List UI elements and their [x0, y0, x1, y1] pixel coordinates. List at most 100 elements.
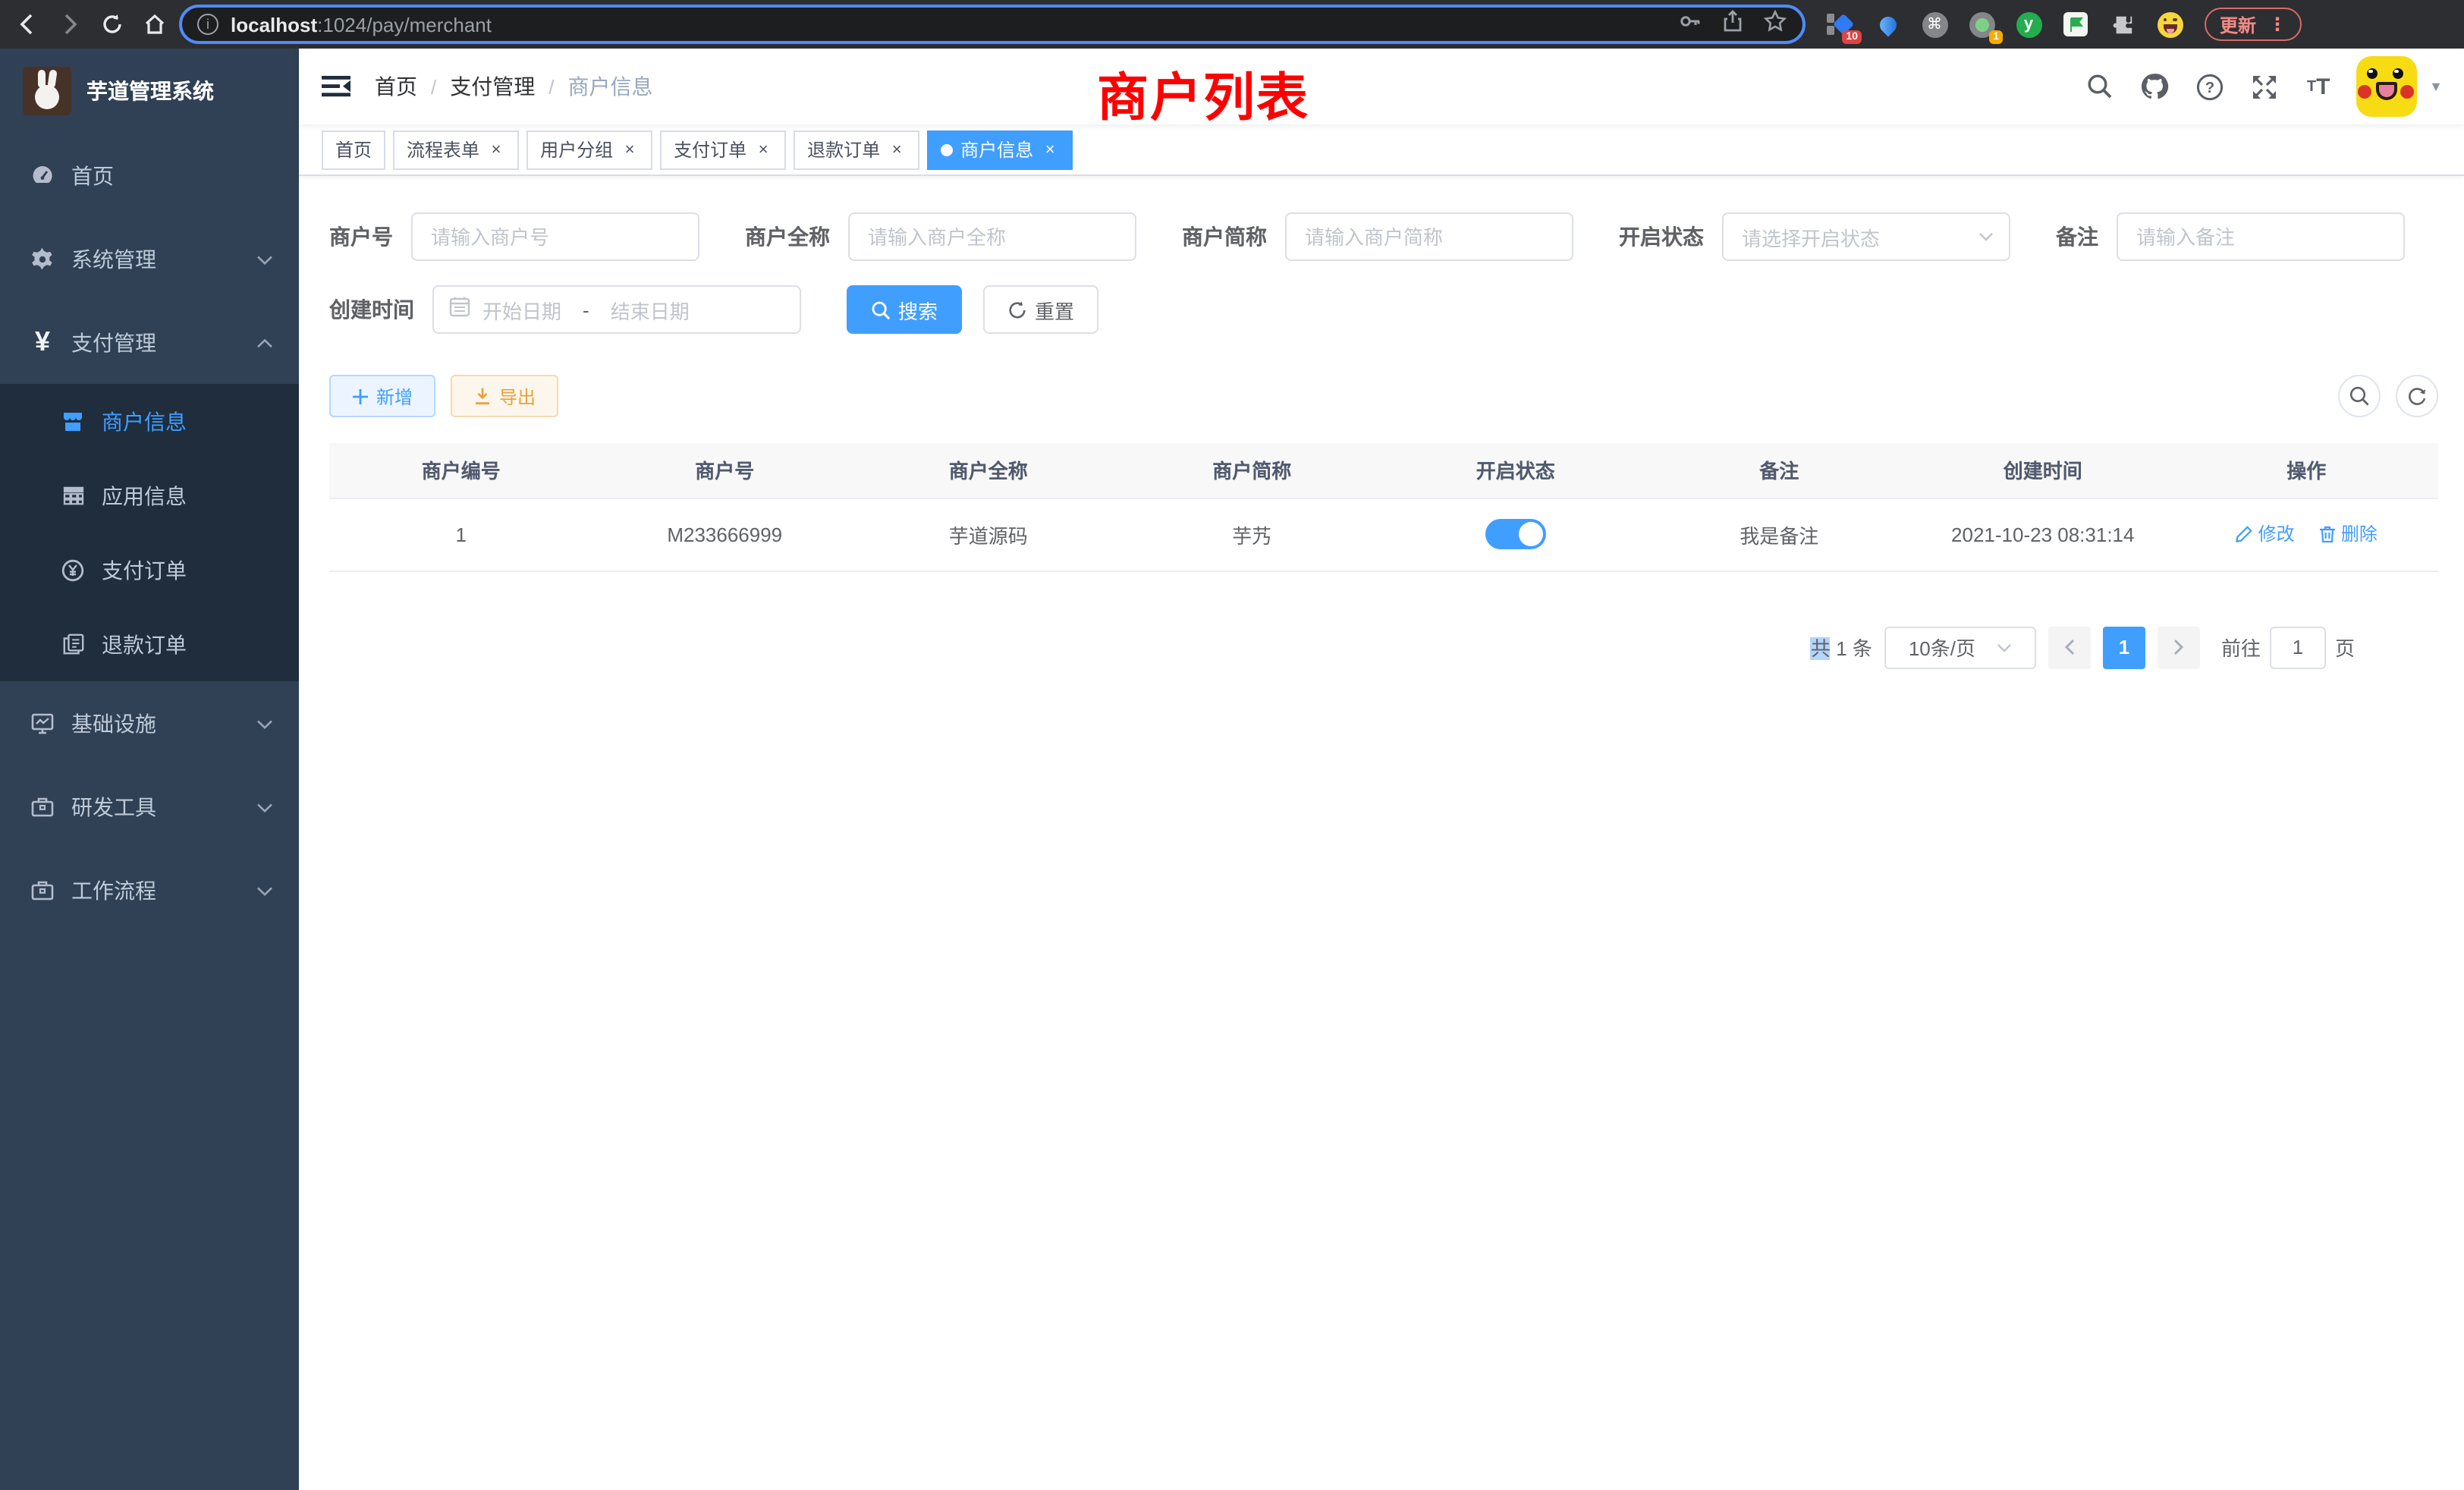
fullscreen-icon[interactable]: [2247, 70, 2280, 103]
date-end-placeholder[interactable]: 结束日期: [611, 295, 690, 324]
close-icon[interactable]: ×: [888, 140, 906, 159]
breadcrumb-home[interactable]: 首页: [375, 71, 417, 102]
next-page-button[interactable]: [2158, 626, 2200, 668]
password-key-icon[interactable]: [1678, 8, 1702, 40]
status-select[interactable]: 请选择开启状态: [1722, 212, 2010, 261]
close-icon[interactable]: ×: [487, 140, 505, 159]
sidebar-item-refund-order[interactable]: 退款订单: [0, 607, 299, 681]
browser-menu-icon[interactable]: ⋮: [2268, 14, 2286, 35]
font-size-icon[interactable]: TT: [2302, 70, 2335, 103]
annotation-merchant-list: 商户列表: [1097, 56, 1309, 130]
sidebar-item-home[interactable]: 首页: [0, 134, 299, 217]
tab-user-group[interactable]: 用户分组×: [526, 130, 652, 169]
sidebar-item-infrastructure[interactable]: 基础设施: [0, 681, 299, 765]
tab-process-form[interactable]: 流程表单×: [393, 130, 519, 169]
bookmark-star-icon[interactable]: [1763, 8, 1787, 40]
page-size-select[interactable]: 10条/页: [1884, 626, 2036, 668]
cell-remark: 我是备注: [1648, 498, 1912, 571]
tags-view-bar: 首页 流程表单× 用户分组× 支付订单× 退款订单× 商户信息×: [299, 124, 2464, 176]
extension-pin-icon[interactable]: [1874, 11, 1901, 38]
breadcrumb-current: 商户信息: [568, 71, 653, 102]
full-name-input[interactable]: [848, 212, 1136, 261]
remark-input[interactable]: [2117, 212, 2405, 261]
status-toggle[interactable]: [1485, 519, 1546, 549]
show-search-toggle-button[interactable]: [2338, 375, 2381, 417]
browser-home-button[interactable]: [140, 9, 170, 39]
chevron-up-icon: [256, 328, 273, 356]
date-start-placeholder[interactable]: 开始日期: [482, 295, 561, 324]
goto-page-input[interactable]: [2270, 626, 2326, 668]
extensions-puzzle-icon[interactable]: [2109, 11, 2136, 38]
chevron-down-icon: [256, 709, 273, 737]
sidebar-item-payment[interactable]: ¥ 支付管理: [0, 300, 299, 384]
help-icon[interactable]: ?: [2192, 70, 2226, 103]
chevron-down-icon: [1978, 228, 1994, 245]
sidebar-item-system[interactable]: 系统管理: [0, 217, 299, 300]
cell-create-time: 2021-10-23 08:31:14: [1911, 498, 2175, 571]
extension-y-icon[interactable]: y: [2015, 11, 2042, 38]
extension-tabs-icon[interactable]: 10: [1827, 11, 1854, 38]
user-menu-caret-icon[interactable]: ▼: [2429, 79, 2443, 94]
close-icon[interactable]: ×: [754, 140, 772, 159]
sidebar: 芋道管理系统 首页 系统管理 ¥: [0, 49, 299, 1490]
browser-forward-button[interactable]: [55, 9, 85, 39]
col-full-name: 商户全称: [856, 443, 1120, 498]
table-row: 1 M233666999 芋道源码 芋艿 我是备注 2021-10-23 08:…: [329, 498, 2438, 571]
sidebar-item-merchant-info[interactable]: 商户信息: [0, 384, 299, 458]
cell-merchant-id: 1: [329, 498, 593, 571]
extension-badge: 10: [1842, 30, 1862, 44]
merchant-no-input[interactable]: [411, 212, 699, 261]
payment-submenu: 商户信息 应用信息 支付订单: [0, 384, 299, 681]
page-number-button[interactable]: 1: [2103, 626, 2145, 668]
extension-flag-icon[interactable]: [2062, 11, 2089, 38]
documents-icon: [61, 632, 85, 656]
extension-grammar-icon[interactable]: 1: [1968, 11, 1995, 38]
short-name-label: 商户简称: [1182, 222, 1267, 252]
header-search-icon[interactable]: [2083, 70, 2117, 103]
sidebar-item-workflow[interactable]: 工作流程: [0, 848, 299, 932]
url-text[interactable]: localhost:1024/pay/merchant: [231, 13, 1678, 36]
delete-button[interactable]: 删除: [2318, 521, 2378, 547]
refresh-button[interactable]: [2396, 375, 2438, 417]
tab-refund-order[interactable]: 退款订单×: [794, 130, 919, 169]
app-title: 芋道管理系统: [86, 76, 214, 106]
yen-icon: ¥: [30, 330, 55, 354]
browser-reload-button[interactable]: [97, 9, 127, 39]
sidebar-item-app-info[interactable]: 应用信息: [0, 458, 299, 533]
edit-button[interactable]: 修改: [2236, 521, 2295, 547]
calendar-icon: [449, 295, 470, 324]
create-time-range-picker[interactable]: 开始日期 - 结束日期: [432, 285, 801, 334]
yen-circle-icon: [61, 558, 85, 582]
browser-back-button[interactable]: [12, 9, 42, 39]
sidebar-item-dev-tools[interactable]: 研发工具: [0, 765, 299, 848]
sidebar-item-pay-order[interactable]: 支付订单: [0, 533, 299, 607]
app-logo[interactable]: 芋道管理系统: [0, 49, 299, 134]
share-icon[interactable]: [1721, 8, 1745, 40]
breadcrumb-payment[interactable]: 支付管理: [450, 71, 535, 102]
logo-image: [23, 67, 71, 115]
toolbox-icon: [30, 794, 55, 819]
reset-button[interactable]: 重置: [983, 285, 1098, 334]
short-name-input[interactable]: [1285, 212, 1573, 261]
github-icon[interactable]: [2138, 70, 2171, 103]
sidebar-collapse-button[interactable]: [299, 73, 375, 100]
tab-merchant-info[interactable]: 商户信息×: [927, 130, 1073, 169]
close-icon[interactable]: ×: [1041, 140, 1059, 159]
tab-home[interactable]: 首页: [322, 130, 385, 169]
extension-command-icon[interactable]: ⌘: [1921, 11, 1948, 38]
browser-update-button[interactable]: 更新 ⋮: [2205, 8, 2302, 41]
search-button[interactable]: 搜索: [847, 285, 962, 334]
sidebar-menu: 首页 系统管理 ¥ 支付管理: [0, 134, 299, 1490]
address-bar[interactable]: i localhost:1024/pay/merchant: [179, 5, 1806, 44]
user-avatar[interactable]: [2356, 56, 2417, 117]
prev-page-button[interactable]: [2048, 626, 2091, 668]
full-name-label: 商户全称: [745, 222, 830, 252]
extension-emoji-icon[interactable]: [2156, 11, 2183, 38]
close-icon[interactable]: ×: [621, 140, 639, 159]
site-info-icon[interactable]: i: [197, 14, 218, 35]
tab-pay-order[interactable]: 支付订单×: [660, 130, 786, 169]
export-button[interactable]: 导出: [451, 375, 558, 417]
add-button[interactable]: 新增: [329, 375, 435, 417]
page-unit-label: 页: [2335, 633, 2355, 662]
cell-full-name: 芋道源码: [856, 498, 1120, 571]
